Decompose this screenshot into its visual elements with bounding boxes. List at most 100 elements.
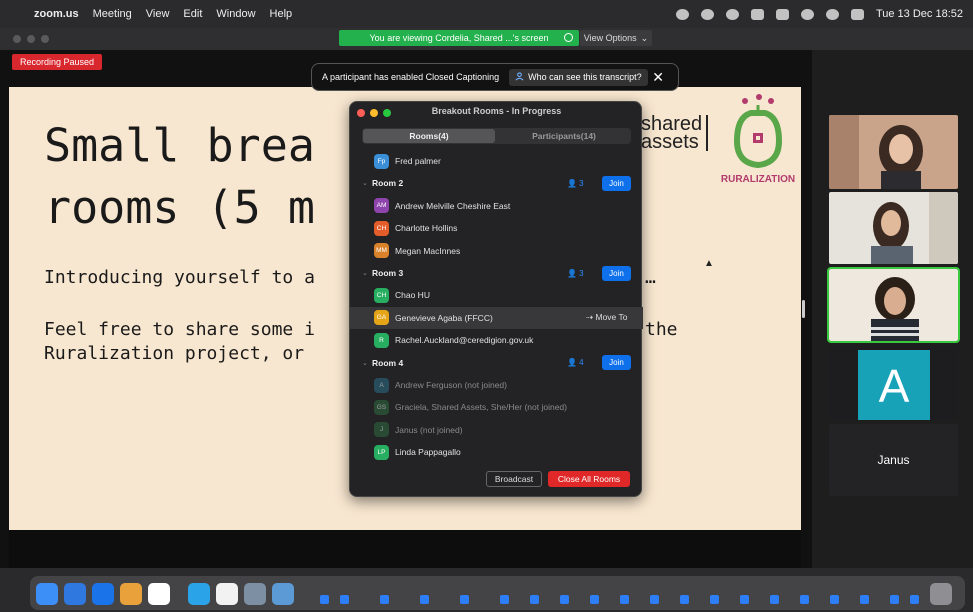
creative-cloud-icon[interactable] bbox=[700, 8, 714, 20]
recording-paused-badge[interactable]: Recording Paused bbox=[12, 54, 103, 70]
slide-body-line-2: Feel free to share some i bbox=[44, 319, 315, 341]
participant-row[interactable]: MM Megan MacInnes bbox=[350, 240, 643, 262]
join-room-button[interactable]: Join bbox=[602, 175, 631, 191]
chevron-down-icon[interactable]: ⌄ bbox=[362, 359, 368, 367]
vpn-icon[interactable] bbox=[725, 8, 739, 20]
room-name: Room 2 bbox=[372, 178, 404, 189]
participant-row[interactable]: R Rachel.Auckland@ceredigion.gov.uk bbox=[350, 329, 643, 351]
dock-minimized-window-icon[interactable] bbox=[380, 595, 389, 604]
dock-minimized-window-icon[interactable] bbox=[800, 595, 809, 604]
participant-row[interactable]: GS Graciela, Shared Assets, She/Her (not … bbox=[350, 396, 643, 418]
close-icon[interactable]: ✕ bbox=[652, 69, 664, 86]
dock-minimized-window-icon[interactable] bbox=[560, 595, 569, 604]
close-all-rooms-button[interactable]: Close All Rooms bbox=[548, 471, 630, 487]
safari-icon[interactable] bbox=[64, 583, 86, 605]
screen-bottom-bar bbox=[9, 530, 801, 568]
join-room-button[interactable]: Join bbox=[602, 355, 631, 371]
participant-row[interactable]: GA Genevieve Agaba (FFCC) ⇢ Move To bbox=[350, 306, 643, 329]
participant-avatar: GA bbox=[374, 310, 389, 326]
zoom-status-icon[interactable] bbox=[675, 8, 689, 20]
participant-video-1[interactable] bbox=[829, 115, 958, 189]
menu-edit[interactable]: Edit bbox=[183, 8, 202, 20]
dock-minimized-window-icon[interactable] bbox=[740, 595, 749, 604]
participant-name: Genevieve Agaba (FFCC) bbox=[395, 312, 493, 323]
participant-row[interactable]: CH Chao HU bbox=[350, 284, 643, 306]
menu-window[interactable]: Window bbox=[216, 8, 255, 20]
participant-avatar: MM bbox=[374, 243, 389, 259]
textedit-icon[interactable] bbox=[216, 583, 238, 605]
dock-minimized-window-icon[interactable] bbox=[320, 595, 329, 604]
participant-row[interactable]: Fp Fred palmer bbox=[350, 150, 643, 172]
gallery-resize-handle[interactable] bbox=[802, 300, 805, 318]
dock-minimized-window-icon[interactable] bbox=[650, 595, 659, 604]
dock-minimized-window-icon[interactable] bbox=[890, 595, 899, 604]
system-preferences-icon[interactable] bbox=[272, 583, 294, 605]
menu-help[interactable]: Help bbox=[270, 8, 293, 20]
room-header[interactable]: ⌄ Room 4 👤 4 Join bbox=[350, 352, 643, 374]
view-options-label: View Options bbox=[583, 33, 637, 43]
share-status-icon bbox=[564, 33, 573, 42]
dialog-footer: Broadcast Close All Rooms bbox=[350, 464, 643, 496]
tab-participants[interactable]: Participants(14) bbox=[498, 129, 630, 143]
finder-icon[interactable] bbox=[36, 583, 58, 605]
dock-minimized-window-icon[interactable] bbox=[530, 595, 539, 604]
menu-view[interactable]: View bbox=[146, 8, 170, 20]
dock-minimized-window-icon[interactable] bbox=[830, 595, 839, 604]
participant-avatar-tile[interactable]: A bbox=[829, 346, 958, 420]
moon-icon[interactable] bbox=[750, 8, 764, 20]
dock-minimized-window-icon[interactable] bbox=[860, 595, 869, 604]
zoom-icon[interactable] bbox=[92, 583, 114, 605]
move-to-button[interactable]: ⇢ Move To bbox=[586, 312, 627, 323]
participant-video-frame bbox=[829, 115, 958, 189]
dock-minimized-window-icon[interactable] bbox=[340, 595, 349, 604]
join-room-button[interactable]: Join bbox=[602, 265, 631, 281]
participant-row[interactable]: LP Linda Pappagallo bbox=[350, 441, 643, 463]
room-header[interactable]: ⌄ Room 3 👤 3 Join bbox=[350, 262, 643, 284]
view-options-button[interactable]: View Options ⌄ bbox=[580, 30, 652, 46]
chevron-down-icon[interactable]: ⌄ bbox=[362, 179, 368, 187]
room-name: Room 4 bbox=[372, 357, 404, 368]
broadcast-button[interactable]: Broadcast bbox=[486, 471, 542, 487]
participant-name: Fred palmer bbox=[395, 156, 441, 166]
dock-minimized-window-icon[interactable] bbox=[770, 595, 779, 604]
participant-name: Charlotte Hollins bbox=[395, 223, 458, 234]
menu-meeting[interactable]: Meeting bbox=[93, 8, 132, 20]
window-zoom-button[interactable] bbox=[41, 35, 49, 43]
control-center-icon[interactable] bbox=[850, 8, 864, 20]
participant-name: Andrew Melville Cheshire East bbox=[395, 200, 511, 211]
preview-icon[interactable] bbox=[244, 583, 266, 605]
dock-minimized-window-icon[interactable] bbox=[910, 595, 919, 604]
launchpad-icon[interactable] bbox=[120, 583, 142, 605]
participant-video-3-active-speaker[interactable] bbox=[827, 267, 960, 343]
slack-icon[interactable] bbox=[148, 583, 170, 605]
clock[interactable]: Tue 13 Dec 18:52 bbox=[876, 8, 963, 20]
dock-minimized-window-icon[interactable] bbox=[680, 595, 689, 604]
telegram-icon[interactable] bbox=[188, 583, 210, 605]
trash-icon[interactable] bbox=[930, 583, 952, 605]
dock-minimized-window-icon[interactable] bbox=[460, 595, 469, 604]
window-close-button[interactable] bbox=[13, 35, 21, 43]
transcript-visibility-button[interactable]: Who can see this transcript? bbox=[509, 68, 648, 86]
participant-row[interactable]: CH Charlotte Hollins bbox=[350, 217, 643, 239]
room-header[interactable]: ⌄ Room 2 👤 3 Join bbox=[350, 172, 643, 194]
participant-tile-janus[interactable]: Janus bbox=[829, 424, 958, 496]
search-icon[interactable] bbox=[825, 8, 839, 20]
ruralization-logo: RURALIZATION bbox=[715, 91, 801, 191]
window-minimize-button[interactable] bbox=[27, 35, 35, 43]
dock-minimized-window-icon[interactable] bbox=[500, 595, 509, 604]
participant-row[interactable]: AM Andrew Melville Cheshire East bbox=[350, 195, 643, 217]
menu-app-name[interactable]: zoom.us bbox=[34, 8, 79, 20]
wifi-icon[interactable] bbox=[800, 8, 814, 20]
dock-minimized-window-icon[interactable] bbox=[420, 595, 429, 604]
captions-notice-bar: A participant has enabled Closed Caption… bbox=[311, 63, 679, 91]
dock-minimized-window-icon[interactable] bbox=[620, 595, 629, 604]
tab-rooms[interactable]: Rooms(4) bbox=[363, 129, 495, 143]
participant-video-2[interactable] bbox=[829, 192, 958, 264]
chevron-down-icon[interactable]: ⌄ bbox=[362, 269, 368, 277]
battery-icon[interactable] bbox=[775, 8, 789, 20]
participant-row[interactable]: A Andrew Ferguson (not joined) bbox=[350, 374, 643, 396]
dock-minimized-window-icon[interactable] bbox=[710, 595, 719, 604]
dock-minimized-window-icon[interactable] bbox=[590, 595, 599, 604]
participant-row[interactable]: J Janus (not joined) bbox=[350, 419, 643, 441]
shared-assets-logo: shared assets bbox=[641, 114, 709, 152]
